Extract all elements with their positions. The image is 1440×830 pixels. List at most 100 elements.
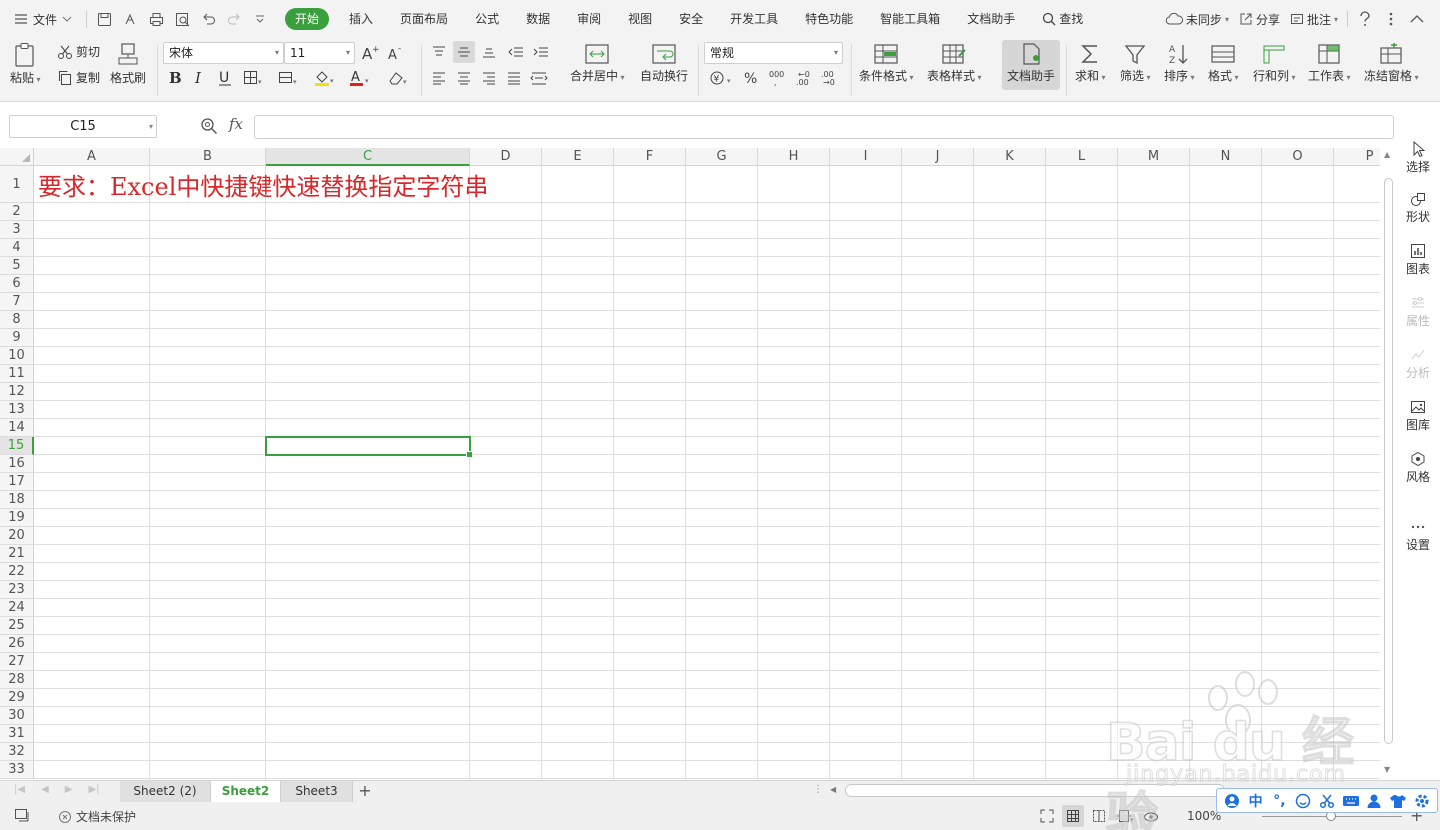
eraser-icon[interactable]: ▾	[387, 67, 409, 89]
fullscreen-icon[interactable]	[1036, 805, 1058, 827]
column-header-m[interactable]: M	[1118, 148, 1190, 166]
font-size-select[interactable]: 11 ▾	[284, 42, 355, 64]
protection-status[interactable]: 文档未保护	[58, 808, 136, 825]
align-center-icon[interactable]	[453, 67, 475, 89]
row-header-28[interactable]: 28	[0, 671, 34, 689]
side-properties-button[interactable]: 属性	[1396, 294, 1440, 329]
tab-developer[interactable]: 开发工具	[719, 8, 789, 30]
selected-cell-c15[interactable]	[265, 436, 473, 458]
tab-formulas[interactable]: 公式	[464, 8, 510, 30]
scroll-left-icon[interactable]: ◀	[830, 785, 836, 794]
zoom-formula-icon[interactable]	[200, 117, 218, 138]
tab-smart-toolbox[interactable]: 智能工具箱	[869, 8, 951, 30]
tab-home[interactable]: 开始	[285, 8, 330, 30]
decrease-decimal-icon[interactable]: .00 →0	[819, 67, 841, 89]
align-right-icon[interactable]	[478, 67, 500, 89]
row-header-32[interactable]: 32	[0, 743, 34, 761]
undo-icon[interactable]	[197, 8, 219, 30]
copy-button[interactable]: 复制	[57, 69, 100, 86]
row-header-30[interactable]: 30	[0, 707, 34, 725]
scroll-down-icon[interactable]: ▼	[1384, 765, 1390, 774]
vertical-scrollbar[interactable]: ▲ ▼	[1380, 148, 1396, 780]
tab-special-features[interactable]: 特色功能	[794, 8, 864, 30]
align-left-icon[interactable]	[428, 67, 450, 89]
row-header-7[interactable]: 7	[0, 293, 34, 311]
add-sheet-icon[interactable]: +	[356, 781, 374, 802]
align-top-icon[interactable]	[428, 41, 450, 63]
row-header-8[interactable]: 8	[0, 311, 34, 329]
side-style-button[interactable]: 风格	[1396, 450, 1440, 485]
row-header-17[interactable]: 17	[0, 473, 34, 491]
tab-insert[interactable]: 插入	[338, 8, 384, 30]
column-header-a[interactable]: A	[34, 148, 150, 166]
currency-icon[interactable]: ¥ ▾	[708, 67, 738, 89]
format-painter-button[interactable]: 格式刷	[110, 42, 146, 86]
side-analysis-button[interactable]: 分析	[1396, 346, 1440, 381]
side-chart-button[interactable]: 图表	[1396, 242, 1440, 277]
row-header-25[interactable]: 25	[0, 617, 34, 635]
row-header-12[interactable]: 12	[0, 383, 34, 401]
row-header-1[interactable]: 1	[0, 166, 34, 203]
wrap-text-button[interactable]: 自动换行	[640, 42, 688, 84]
export-icon[interactable]	[119, 8, 141, 30]
save-icon[interactable]	[93, 8, 115, 30]
align-middle-icon[interactable]	[453, 41, 475, 63]
insert-function-button[interactable]: fx	[229, 115, 243, 133]
row-header-20[interactable]: 20	[0, 527, 34, 545]
distributed-align-icon[interactable]	[528, 67, 550, 89]
sheet-tab-sheet2-copy[interactable]: Sheet2 (2)	[120, 781, 211, 802]
split-handle-icon[interactable]: ⋮	[813, 784, 823, 795]
row-header-2[interactable]: 2	[0, 203, 34, 221]
align-bottom-icon[interactable]	[478, 41, 500, 63]
name-box[interactable]: C15 ▾	[9, 115, 157, 138]
row-header-26[interactable]: 26	[0, 635, 34, 653]
column-header-b[interactable]: B	[150, 148, 266, 166]
fill-color-icon[interactable]: ▾	[313, 67, 335, 89]
print-icon[interactable]	[145, 8, 167, 30]
tab-view[interactable]: 视图	[617, 8, 663, 30]
sheet-tab-sheet2[interactable]: Sheet2	[211, 781, 281, 802]
column-header-l[interactable]: L	[1046, 148, 1118, 166]
customize-icon[interactable]	[249, 8, 271, 30]
share-button[interactable]: 分享	[1234, 11, 1285, 28]
row-header-13[interactable]: 13	[0, 401, 34, 419]
column-header-c[interactable]: C	[266, 148, 470, 166]
percent-icon[interactable]: %	[740, 67, 762, 89]
sync-status-button[interactable]: 未同步 ▾	[1160, 11, 1234, 28]
tab-data[interactable]: 数据	[515, 8, 561, 30]
bold-icon[interactable]: B	[164, 67, 186, 89]
print-preview-icon[interactable]	[171, 8, 193, 30]
sheet-tab-sheet3[interactable]: Sheet3	[281, 781, 353, 802]
row-header-22[interactable]: 22	[0, 563, 34, 581]
column-header-h[interactable]: H	[758, 148, 830, 166]
column-header-e[interactable]: E	[542, 148, 614, 166]
side-shape-button[interactable]: 形状	[1396, 190, 1440, 225]
column-header-j[interactable]: J	[902, 148, 974, 166]
increase-indent-icon[interactable]	[530, 41, 552, 63]
column-header-i[interactable]: I	[830, 148, 902, 166]
first-sheet-icon[interactable]: |◀	[14, 784, 25, 795]
filter-button[interactable]: 筛选 ▾	[1120, 42, 1151, 85]
row-header-5[interactable]: 5	[0, 257, 34, 275]
macro-record-icon[interactable]	[14, 808, 32, 827]
comment-button[interactable]: 批注 ▾	[1285, 11, 1343, 28]
side-gallery-button[interactable]: 图库	[1396, 398, 1440, 433]
ime-settings-icon[interactable]	[1411, 793, 1433, 809]
underline-icon[interactable]: U	[214, 67, 236, 89]
column-header-n[interactable]: N	[1190, 148, 1262, 166]
row-header-15[interactable]: 15	[0, 437, 34, 455]
row-header-33[interactable]: 33	[0, 761, 34, 779]
column-header-k[interactable]: K	[974, 148, 1046, 166]
column-header-o[interactable]: O	[1262, 148, 1334, 166]
tab-security[interactable]: 安全	[668, 8, 714, 30]
tab-doc-assistant[interactable]: 文档助手	[956, 8, 1026, 30]
formula-input[interactable]	[254, 115, 1394, 139]
doc-assistant-button[interactable]: 文档助手	[1002, 40, 1060, 90]
justify-icon[interactable]	[503, 67, 525, 89]
row-header-9[interactable]: 9	[0, 329, 34, 347]
column-header-g[interactable]: G	[686, 148, 758, 166]
row-header-31[interactable]: 31	[0, 725, 34, 743]
conditional-format-button[interactable]: 条件格式 ▾	[859, 42, 914, 85]
row-header-29[interactable]: 29	[0, 689, 34, 707]
row-header-3[interactable]: 3	[0, 221, 34, 239]
